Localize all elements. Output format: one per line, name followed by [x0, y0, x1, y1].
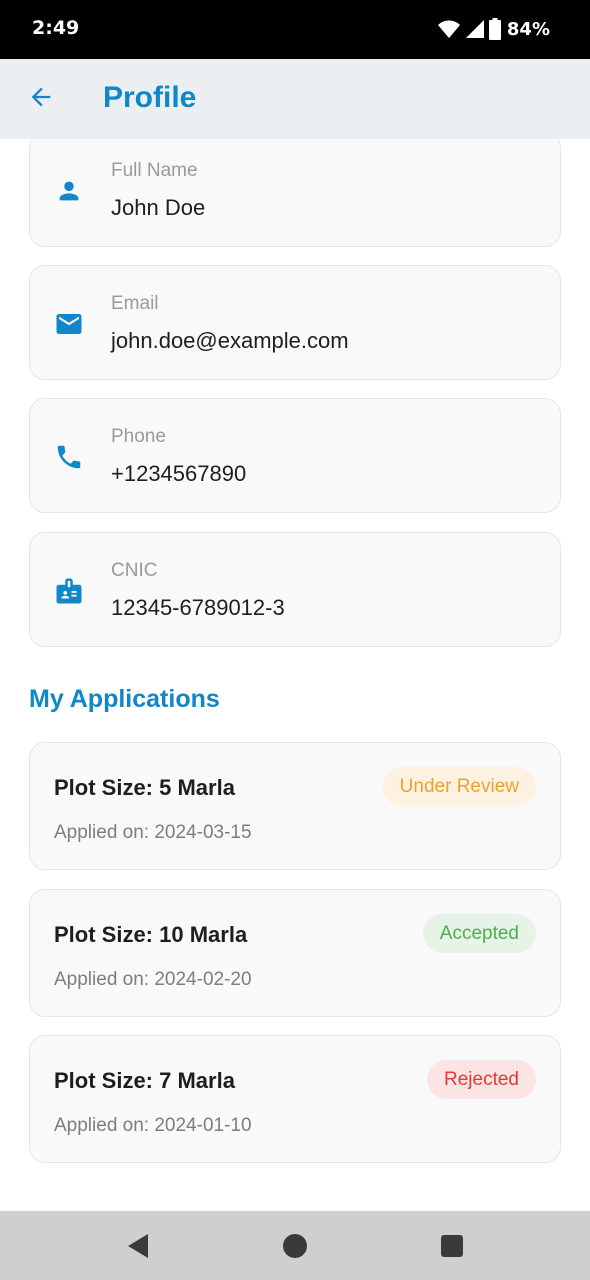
email-value: john.doe@example.com [111, 328, 349, 353]
email-label: Email [111, 293, 159, 314]
page-title: Profile [103, 81, 197, 114]
status-badge: Rejected [427, 1060, 536, 1099]
status-icons: 84% [437, 16, 550, 42]
id-badge-icon [54, 576, 84, 606]
cnic-value: 12345-6789012-3 [111, 595, 285, 620]
application-card[interactable]: Plot Size: 10 Marla Applied on: 2024-02-… [29, 889, 561, 1017]
email-card: Email john.doe@example.com [29, 265, 561, 380]
applications-section-title: My Applications [29, 685, 220, 713]
back-button[interactable] [22, 80, 60, 118]
phone-icon [54, 442, 84, 472]
full-name-value: John Doe [111, 195, 206, 220]
phone-value: +1234567890 [111, 461, 247, 486]
system-nav-bar [0, 1211, 590, 1280]
status-bar: 2:49 84% [0, 0, 590, 59]
status-badge: Under Review [382, 767, 536, 806]
application-card[interactable]: Plot Size: 7 Marla Applied on: 2024-01-1… [29, 1035, 561, 1163]
phone-label: Phone [111, 426, 166, 447]
battery-percent: 84% [506, 18, 550, 40]
application-card[interactable]: Plot Size: 5 Marla Applied on: 2024-03-1… [29, 742, 561, 870]
application-plot-size: Plot Size: 5 Marla [54, 775, 235, 800]
profile-content[interactable]: Full Name John Doe Email john.doe@exampl… [0, 139, 590, 1211]
application-date: Applied on: 2024-01-10 [54, 1115, 252, 1136]
phone-card: Phone +1234567890 [29, 398, 561, 513]
status-badge: Accepted [422, 914, 536, 953]
status-time: 2:49 [32, 17, 80, 39]
battery-icon [488, 18, 501, 40]
application-plot-size: Plot Size: 7 Marla [54, 1068, 235, 1093]
recents-square-icon[interactable] [438, 1232, 466, 1260]
cnic-card: CNIC 12345-6789012-3 [29, 532, 561, 647]
application-plot-size: Plot Size: 10 Marla [54, 922, 248, 947]
back-triangle-icon[interactable] [124, 1232, 152, 1260]
mail-icon [54, 309, 84, 339]
full-name-card: Full Name John Doe [29, 139, 561, 247]
application-date: Applied on: 2024-03-15 [54, 822, 252, 843]
arrow-left-icon [27, 83, 55, 116]
signal-icon [465, 19, 485, 39]
app-bar: Profile [0, 59, 590, 139]
full-name-label: Full Name [111, 160, 198, 181]
wifi-icon [437, 19, 461, 39]
person-icon [54, 176, 84, 206]
home-circle-icon[interactable] [281, 1232, 309, 1260]
cnic-label: CNIC [111, 560, 158, 581]
application-date: Applied on: 2024-02-20 [54, 969, 252, 990]
